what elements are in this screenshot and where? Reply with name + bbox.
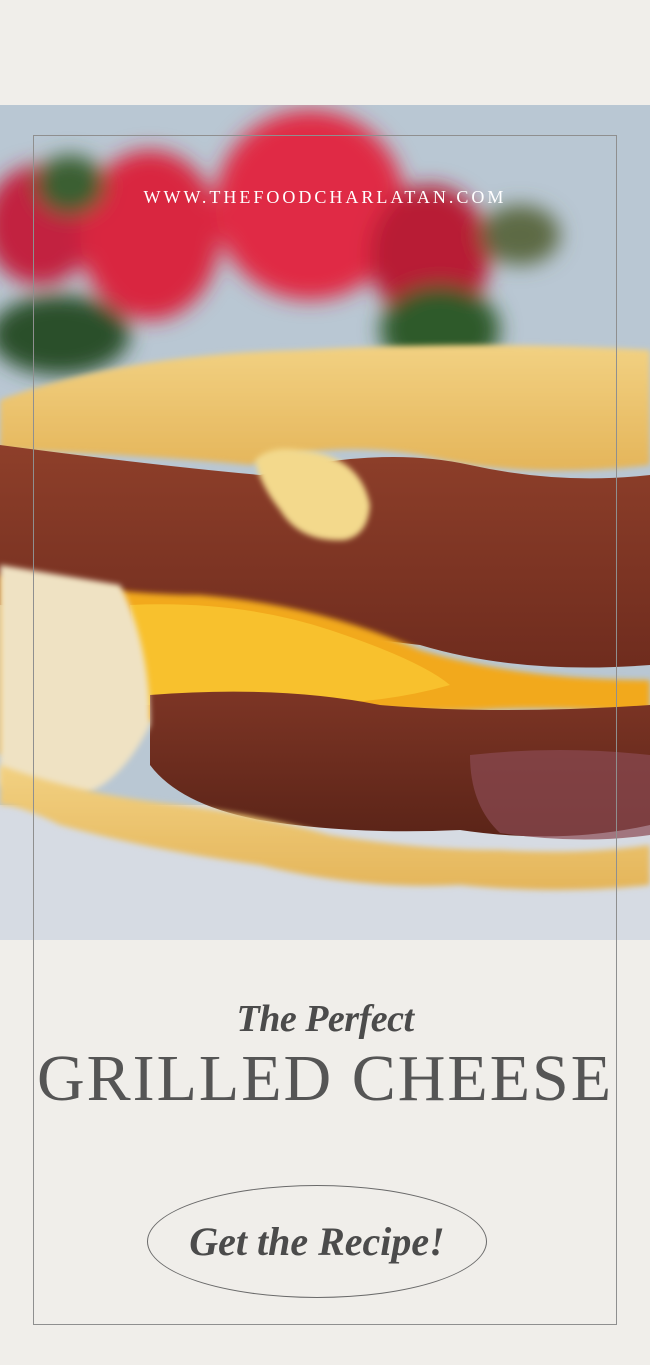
get-recipe-button[interactable]: Get the Recipe! [147,1185,487,1298]
recipe-title: GRILLED CHEESE [36,1042,614,1115]
grilled-cheese-illustration [0,105,650,940]
recipe-subtitle: The Perfect [236,998,414,1040]
grilled-cheese-photo [0,105,650,940]
recipe-pin: WWW.THEFOODCHARLATAN.COM The Perfect GRI… [0,0,650,1365]
site-url[interactable]: WWW.THEFOODCHARLATAN.COM [0,187,650,208]
